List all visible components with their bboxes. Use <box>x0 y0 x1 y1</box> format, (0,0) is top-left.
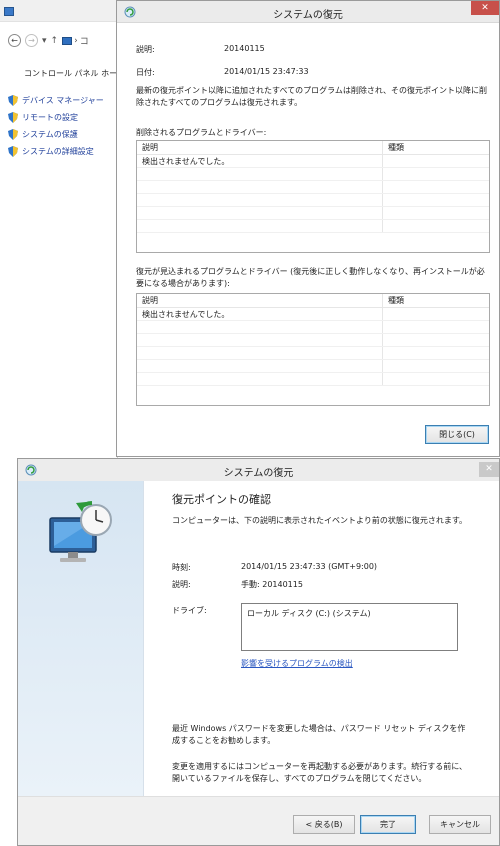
uac-shield-icon <box>8 146 18 157</box>
control-panel-titlebar <box>0 0 117 22</box>
date-value: 2014/01/15 23:47:33 <box>224 67 309 76</box>
date-label: 日付: <box>136 68 155 77</box>
empty-row <box>137 334 489 347</box>
address-bar: ← → ▾ ↑ › コ <box>8 34 89 47</box>
empty-row <box>137 347 489 360</box>
breadcrumb-separator: › <box>74 35 78 46</box>
restored-programs-list[interactable]: 説明 種類 検出されませんでした。 <box>136 293 490 406</box>
column-header-type[interactable]: 種類 <box>383 141 489 154</box>
uac-shield-icon <box>8 112 18 123</box>
time-label: 時刻: <box>172 563 191 572</box>
dialog-title: システムの復元 <box>223 468 294 479</box>
close-icon[interactable]: ✕ <box>479 462 499 477</box>
list-item-description: 検出されませんでした。 <box>137 308 383 320</box>
finish-button[interactable]: 完了 <box>360 815 416 834</box>
empty-row <box>137 181 489 194</box>
task-device-manager[interactable]: デバイス マネージャー <box>8 92 104 109</box>
wizard-footer: < 戻る(B) 完了 キャンセル <box>18 796 499 845</box>
info-text: 最新の復元ポイント以降に追加されたすべてのプログラムは削除され、その復元ポイント… <box>136 86 487 107</box>
wizard-content: 復元ポイントの確認 コンピューターは、下の説明に表示されたイベントより前の状態に… <box>145 481 499 796</box>
dialog-title: システムの復元 <box>273 10 343 21</box>
uac-shield-icon <box>8 129 18 140</box>
dialog-titlebar: システムの復元 ✕ <box>117 1 499 23</box>
column-header-type[interactable]: 種類 <box>383 294 489 307</box>
system-restore-graphic-icon <box>49 501 112 562</box>
description-label: 説明: <box>172 580 191 589</box>
confirm-restore-dialog: システムの復元 ✕ 復元ポイントの確認 コンピューターは、下の説明に表示されたイ… <box>17 458 500 846</box>
forward-arrow-icon[interactable]: → <box>25 34 38 47</box>
empty-row <box>137 373 489 386</box>
task-list: デバイス マネージャー リモートの設定 システムの保護 システムの詳細設定 <box>8 92 104 160</box>
history-dropdown-icon[interactable]: ▾ <box>42 36 47 46</box>
scan-affected-programs-link[interactable]: 影響を受けるプログラムの検出 <box>241 658 353 669</box>
empty-row <box>137 360 489 373</box>
list-item-type <box>383 155 489 167</box>
control-panel-home-link[interactable]: コントロール パネル ホーム <box>24 68 125 79</box>
column-header-description[interactable]: 説明 <box>137 141 383 154</box>
list-item: 検出されませんでした。 <box>137 308 489 321</box>
back-button[interactable]: < 戻る(B) <box>293 815 355 834</box>
time-value: 2014/01/15 23:47:33 (GMT+9:00) <box>241 562 378 571</box>
list-header: 説明 種類 <box>137 294 489 308</box>
task-system-protection[interactable]: システムの保護 <box>8 126 104 143</box>
task-label: リモートの設定 <box>22 113 78 122</box>
restart-note: 変更を適用するにはコンピューターを再起動する必要があります。続行する前に、開いて… <box>172 762 467 783</box>
back-arrow-icon[interactable]: ← <box>8 34 21 47</box>
description-value: 20140115 <box>224 44 265 53</box>
drive-item[interactable]: ローカル ディスク (C:) (システム) <box>247 609 371 618</box>
deleted-programs-list[interactable]: 説明 種類 検出されませんでした。 <box>136 140 490 253</box>
cancel-button[interactable]: キャンセル <box>429 815 491 834</box>
wizard-side-panel <box>18 481 144 796</box>
restored-programs-label: 復元が見込まれるプログラムとドライバー (復元後に正しく動作しなくなり、再インス… <box>136 267 485 288</box>
breadcrumb[interactable]: › コ <box>62 34 89 47</box>
task-remote-settings[interactable]: リモートの設定 <box>8 109 104 126</box>
empty-row <box>137 168 489 181</box>
task-advanced-settings[interactable]: システムの詳細設定 <box>8 143 104 160</box>
deleted-programs-label: 削除されるプログラムとドライバー: <box>136 128 267 137</box>
empty-row <box>137 194 489 207</box>
list-item: 検出されませんでした。 <box>137 155 489 168</box>
task-label: システムの保護 <box>22 130 78 139</box>
description-value: 手動: 20140115 <box>241 580 303 589</box>
dialog-body: 説明: 20140115 日付: 2014/01/15 23:47:33 最新の… <box>117 24 499 456</box>
breadcrumb-item[interactable]: コ <box>80 34 89 47</box>
close-icon[interactable]: ✕ <box>471 1 499 15</box>
page-subtitle: コンピューターは、下の説明に表示されたイベントより前の状態に復元されます。 <box>172 516 468 525</box>
drive-label: ドライブ: <box>172 606 207 615</box>
up-arrow-icon[interactable]: ↑ <box>51 36 59 46</box>
empty-row <box>137 220 489 233</box>
task-label: システムの詳細設定 <box>22 147 94 156</box>
column-header-description[interactable]: 説明 <box>137 294 383 307</box>
restore-details-dialog: システムの復元 ✕ 説明: 20140115 日付: 2014/01/15 23… <box>116 0 500 457</box>
dialog-titlebar: システムの復元 ✕ <box>18 459 499 481</box>
drive-list[interactable]: ローカル ディスク (C:) (システム) <box>241 603 458 651</box>
task-label: デバイス マネージャー <box>22 96 104 105</box>
empty-row <box>137 207 489 220</box>
list-item-type <box>383 308 489 320</box>
password-note: 最近 Windows パスワードを変更した場合は、パスワード リセット ディスク… <box>172 724 466 745</box>
list-item-description: 検出されませんでした。 <box>137 155 383 167</box>
uac-shield-icon <box>8 95 18 106</box>
close-button[interactable]: 閉じる(C) <box>425 425 489 444</box>
description-label: 説明: <box>136 45 155 54</box>
page-title: 復元ポイントの確認 <box>172 493 271 506</box>
system-icon <box>4 7 14 16</box>
computer-icon <box>62 36 73 45</box>
list-header: 説明 種類 <box>137 141 489 155</box>
empty-row <box>137 321 489 334</box>
